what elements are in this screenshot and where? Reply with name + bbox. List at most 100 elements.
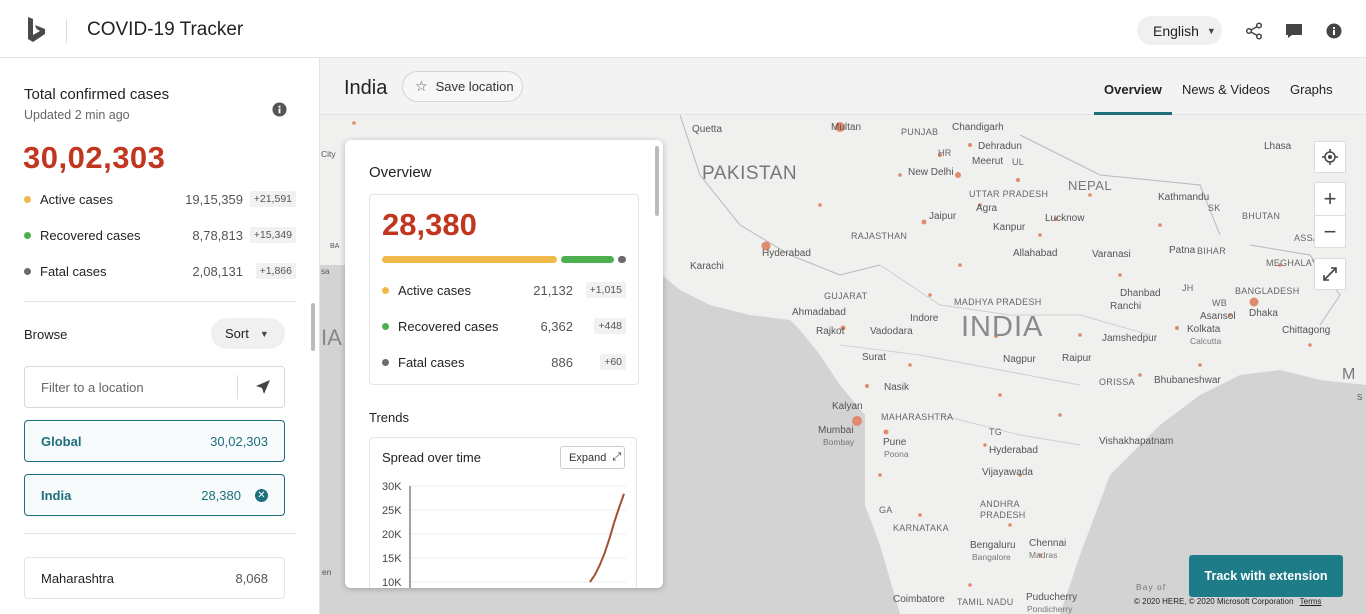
info-icon[interactable] (1324, 21, 1344, 41)
map-label: Chennai (1029, 538, 1067, 549)
map-label: Chittagong (1282, 325, 1331, 336)
stat-recovered: Recovered cases 8,78,813 +15,349 (24, 226, 296, 246)
map-label: IA (321, 325, 342, 350)
tab-overview[interactable]: Overview (1104, 82, 1162, 97)
stat-delta: +21,591 (249, 191, 296, 207)
map-label: Allahabad (1013, 248, 1058, 259)
info-icon[interactable] (272, 102, 287, 117)
zoom-in-icon[interactable]: + (1315, 183, 1345, 215)
locate-icon[interactable] (1314, 141, 1346, 173)
location-value: 28,380 (201, 488, 241, 503)
active-bar (382, 256, 557, 263)
feedback-icon[interactable] (1284, 21, 1304, 41)
map-label: Puducherry (1026, 592, 1078, 603)
language-selector[interactable]: English ▼ (1137, 16, 1222, 45)
recovered-bar (561, 256, 614, 263)
location-item-global[interactable]: Global 30,02,303 (24, 420, 285, 462)
map-label: Bombay (823, 437, 855, 447)
map-label: Meerut (972, 156, 1004, 167)
map-label: Kolkata (1187, 324, 1221, 335)
stat-recovered: Recovered cases 6,362 +448 (382, 317, 626, 337)
location-filter-input[interactable]: Filter to a location (24, 366, 285, 408)
map-label: Rajkot (816, 326, 845, 337)
browse-label: Browse (24, 327, 68, 342)
map-label: ORISSA (1099, 377, 1135, 387)
expand-label: Expand (569, 451, 607, 464)
divider (24, 301, 296, 302)
card-scrollbar[interactable] (655, 146, 659, 216)
state-item-maharashtra[interactable]: Maharashtra 8,068 (24, 557, 285, 599)
map-label: Vadodara (870, 326, 913, 337)
map-label: Dhanbad (1120, 288, 1161, 299)
zoom-controls: + − (1314, 182, 1346, 248)
map-label: Varanasi (1092, 249, 1131, 260)
y-tick-label: 30K (382, 481, 402, 493)
map-label: WB (1212, 298, 1228, 308)
spread-line-chart: 30K 25K 20K 15K 10K (382, 481, 626, 588)
map-label: KARNATAKA (893, 523, 949, 533)
stat-value: 8,78,813 (192, 228, 243, 243)
y-tick-label: 20K (382, 529, 402, 541)
star-icon: ☆ (415, 78, 428, 94)
map-label: Ranchi (1110, 301, 1142, 312)
total-cases-title: Total confirmed cases (24, 86, 170, 103)
expand-button[interactable]: Expand ⤢ (560, 446, 625, 469)
map-label: INDIA (961, 311, 1044, 343)
map-copyright: © 2020 HERE, © 2020 Microsoft Corporatio… (1134, 597, 1321, 606)
map-label: RAJASTHAN (851, 231, 908, 241)
stat-label: Fatal cases (40, 264, 107, 279)
region-total-count: 28,380 (382, 207, 477, 242)
map-label: Pune (883, 437, 907, 448)
location-item-india[interactable]: India 28,380 ✕ (24, 474, 285, 516)
stat-value: 886 (551, 355, 573, 370)
stat-active: Active cases 21,132 +1,015 (382, 281, 626, 301)
track-with-extension-button[interactable]: Track with extension (1189, 555, 1343, 597)
map-label: UTTAR PRADESH (969, 189, 1049, 199)
tab-graphs[interactable]: Graphs (1290, 82, 1333, 97)
zoom-out-icon[interactable]: − (1315, 215, 1345, 247)
chart-title: Spread over time (382, 450, 481, 465)
recovered-dot (24, 232, 31, 239)
save-location-button[interactable]: ☆ Save location (402, 71, 523, 102)
map-label: Agra (976, 203, 998, 214)
locate-me-icon[interactable] (254, 378, 272, 396)
map-label: en (322, 567, 332, 577)
map-label: Pondicherry (1027, 604, 1073, 614)
map-label: Chandigarh (952, 122, 1004, 133)
map-label: Bay of (1136, 582, 1167, 592)
map-label: ANDHRA PRADESH (980, 499, 1026, 520)
fullscreen-icon[interactable] (1314, 258, 1346, 290)
map-label: Nagpur (1003, 354, 1036, 365)
stat-label: Fatal cases (398, 355, 465, 370)
map-label: M (1342, 366, 1356, 383)
sort-label: Sort (225, 326, 249, 341)
global-total-count: 30,02,303 (23, 140, 166, 175)
map-label: Bhubaneshwar (1154, 375, 1221, 386)
map-label: New Delhi (908, 167, 954, 178)
sort-button[interactable]: Sort ▼ (211, 318, 285, 349)
map-label: Lhasa (1264, 141, 1292, 152)
app-title: COVID-19 Tracker (87, 19, 244, 40)
recovered-dot (382, 323, 389, 330)
stat-label: Recovered cases (398, 319, 499, 334)
stat-label: Recovered cases (40, 228, 141, 243)
map-label: Madras (1029, 550, 1058, 560)
region-header: India ☆ Save location Overview News & Vi… (320, 58, 1366, 115)
map-label: Poona (884, 449, 909, 459)
terms-link[interactable]: Terms (1300, 597, 1322, 606)
top-header: COVID-19 Tracker English ▼ (0, 5, 1366, 58)
stat-label: Active cases (398, 283, 471, 298)
map-label: Kathmandu (1158, 192, 1210, 203)
bing-logo-icon[interactable] (26, 17, 48, 43)
chevron-down-icon: ▼ (259, 328, 269, 339)
y-tick-label: 10K (382, 577, 402, 588)
location-name: India (41, 488, 72, 503)
map-label: Lucknow (1045, 213, 1085, 224)
state-name: Maharashtra (41, 571, 114, 586)
clear-location-icon[interactable]: ✕ (255, 489, 268, 502)
share-icon[interactable] (1244, 21, 1264, 41)
map-label: Hyderabad (989, 445, 1038, 456)
tab-news-videos[interactable]: News & Videos (1182, 82, 1270, 97)
left-panel-scrollbar[interactable] (311, 303, 315, 351)
stat-fatal: Fatal cases 886 +60 (382, 353, 626, 373)
